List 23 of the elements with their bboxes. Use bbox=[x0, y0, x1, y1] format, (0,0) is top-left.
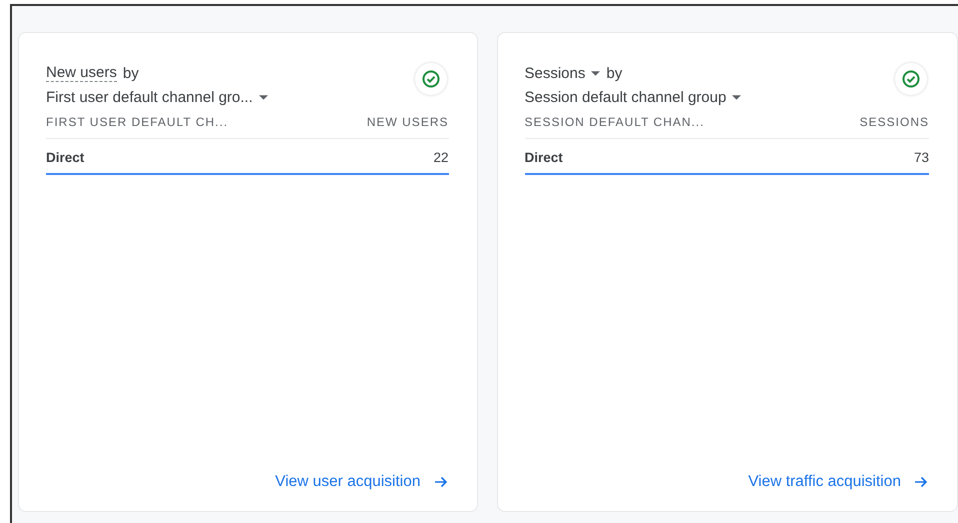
check-circle-icon bbox=[420, 69, 440, 89]
arrow-right-icon bbox=[432, 474, 448, 490]
column-header: FIRST USER DEFAULT CH... bbox=[46, 115, 228, 129]
column-header: SESSIONS bbox=[860, 115, 929, 129]
table-cell-text: Direct bbox=[46, 150, 84, 167]
table-cell-text: 73 bbox=[914, 150, 929, 167]
table-cell-text: 22 bbox=[433, 150, 448, 167]
caret-icon bbox=[732, 94, 742, 100]
dimension-dropdown[interactable]: First user default channel gro... bbox=[46, 88, 268, 106]
check-circle-icon bbox=[901, 69, 921, 89]
caret-icon bbox=[258, 94, 268, 100]
column-header: NEW USERS bbox=[366, 115, 448, 129]
column-header: SESSION DEFAULT CHAN... bbox=[524, 115, 704, 129]
table-cell-text: Direct bbox=[524, 150, 563, 167]
dimension-dropdown[interactable]: Session default channel group bbox=[524, 88, 742, 106]
metric-dropdown[interactable]: Sessions bbox=[524, 64, 600, 82]
caret-icon bbox=[591, 70, 600, 76]
by-label: by bbox=[122, 64, 139, 82]
arrow-right-icon bbox=[913, 474, 929, 490]
metric-label: New users bbox=[46, 64, 117, 82]
view-report-link[interactable]: View user acquisition bbox=[275, 473, 448, 491]
view-report-link[interactable]: View traffic acquisition bbox=[748, 473, 929, 491]
by-label: by bbox=[606, 64, 622, 82]
